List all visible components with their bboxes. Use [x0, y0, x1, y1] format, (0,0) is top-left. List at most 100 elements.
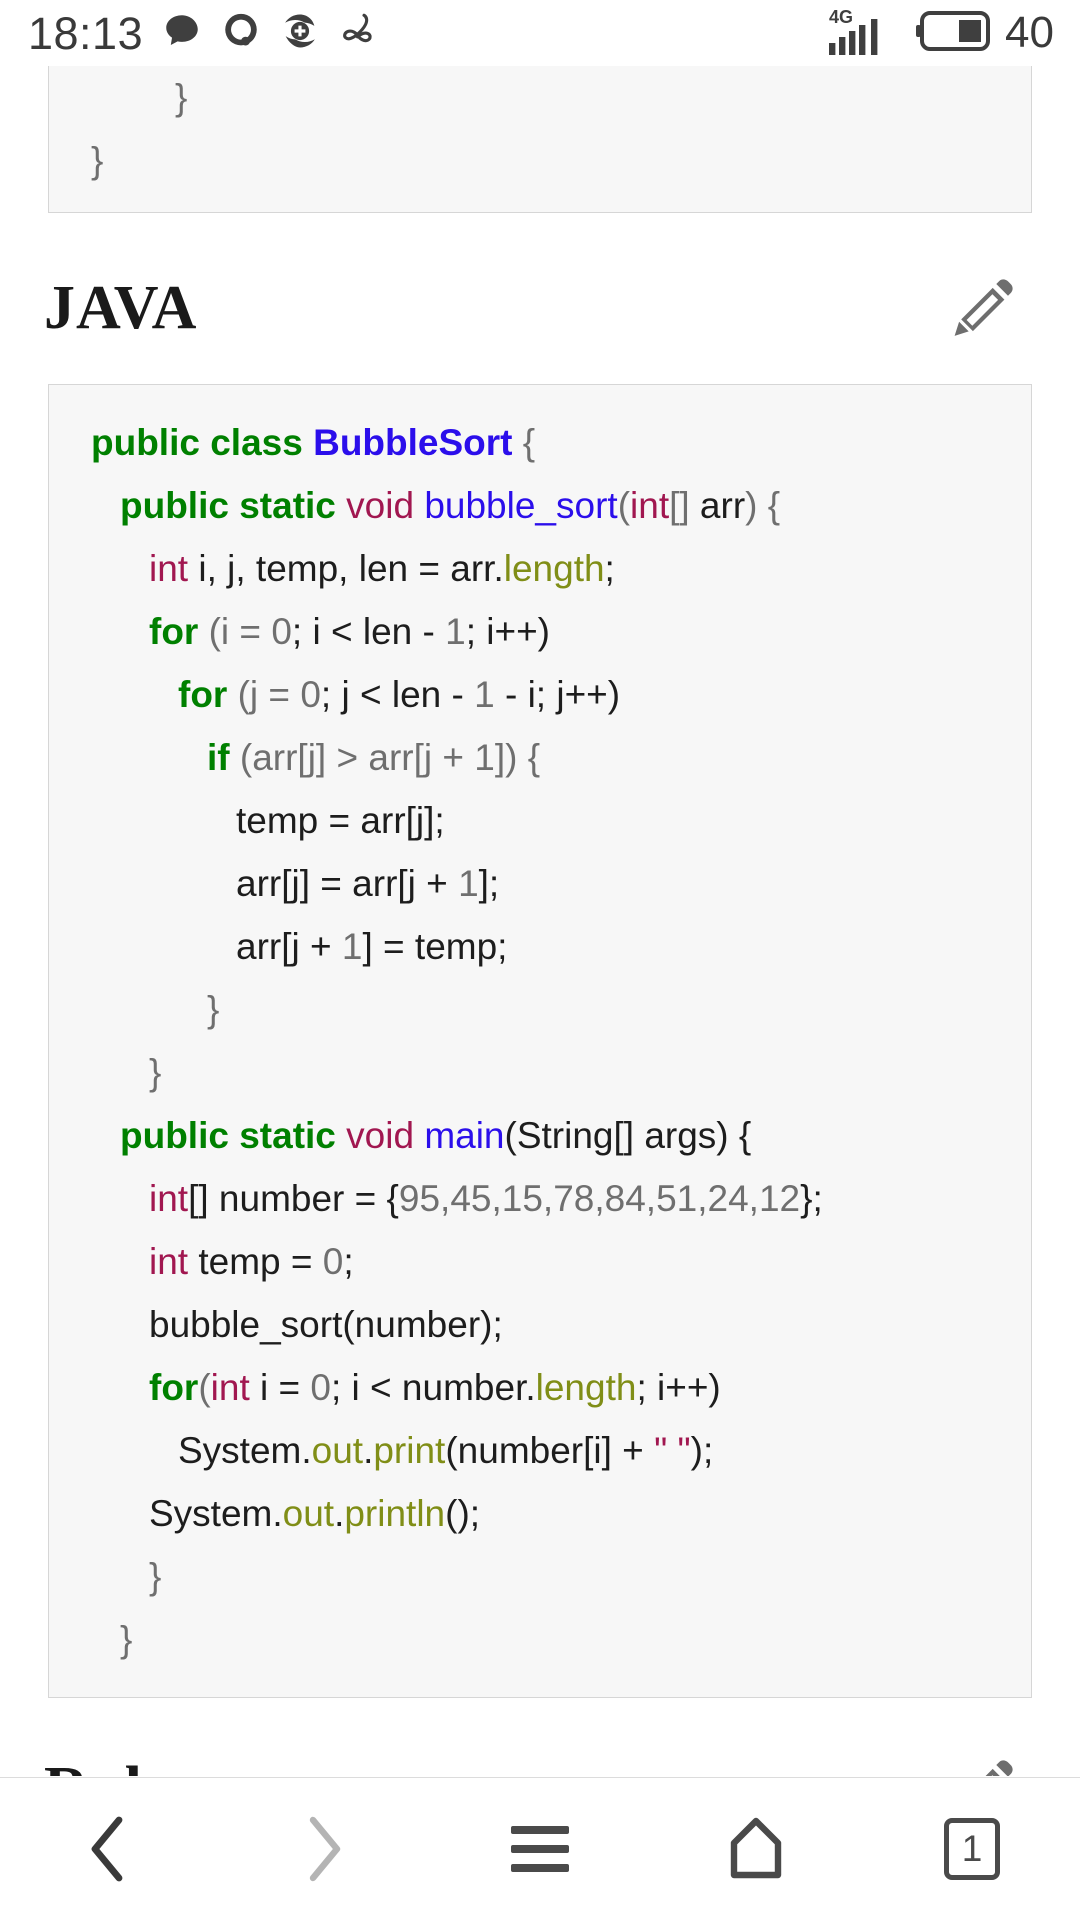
code-line: for (j = 0; j < len - 1 - i; j++) — [49, 663, 1031, 726]
status-bar: 18:13 4G 40 — [0, 0, 1080, 66]
code-token: 1 — [341, 926, 363, 967]
forward-button[interactable] — [244, 1778, 404, 1920]
code-token: for — [178, 674, 228, 715]
code-token: arr[j] = arr[j + — [236, 863, 459, 904]
code-token: i = — [249, 1367, 311, 1408]
code-token: } — [207, 989, 220, 1030]
code-token: ; i++) — [465, 611, 551, 652]
ribbon-loop-icon — [338, 9, 382, 58]
code-token: 0 — [300, 674, 321, 715]
code-token: print — [373, 1430, 446, 1471]
chevron-right-icon — [309, 1816, 341, 1882]
code-token: BubbleSort — [313, 422, 513, 463]
menu-button[interactable] — [460, 1778, 620, 1920]
code-token: bubble_sort — [424, 485, 618, 526]
code-token: 0 — [322, 1241, 344, 1282]
code-line: public static void main(String[] args) { — [49, 1104, 1031, 1167]
code-token: bubble_sort(number); — [149, 1304, 503, 1345]
code-token: ; i < len - — [291, 611, 446, 652]
code-line: } — [49, 1041, 1031, 1104]
java-code-lines: public class BubbleSort { public static v… — [49, 411, 1031, 1671]
code-token: . — [363, 1430, 374, 1471]
status-notification-icons — [161, 9, 382, 58]
code-token: { — [512, 422, 536, 463]
code-token: ; — [604, 548, 615, 589]
code-token: void — [346, 1115, 425, 1156]
code-token: arr[j + — [236, 926, 342, 967]
code-token: int — [630, 485, 670, 526]
code-token: (i = — [198, 611, 272, 652]
status-time: 18:13 — [28, 7, 144, 59]
code-token: 95,45,15,78,84,51,24,12 — [398, 1178, 801, 1219]
code-token: 1 — [445, 611, 466, 652]
code-token: ( — [617, 485, 631, 526]
code-token: ] = temp; — [362, 926, 508, 967]
code-token: if — [207, 737, 230, 778]
code-token: int — [210, 1367, 250, 1408]
code-token: for — [149, 611, 199, 652]
code-token: public class — [91, 422, 314, 463]
code-token: ; — [343, 1241, 354, 1282]
code-token: 1 — [474, 674, 495, 715]
code-line: for (i = 0; i < len - 1; i++) — [49, 600, 1031, 663]
tabs-button[interactable]: 1 — [892, 1778, 1052, 1920]
code-token: (); — [445, 1493, 481, 1534]
pencil-icon[interactable] — [948, 1750, 1020, 1776]
code-token: [] number = { — [188, 1178, 399, 1219]
code-token: void — [346, 485, 425, 526]
code-line: arr[j + 1] = temp; — [49, 915, 1031, 978]
code-token: } — [149, 1556, 162, 1597]
ruby-section-title: Ruby — [44, 1758, 193, 1777]
code-token: } — [149, 1052, 162, 1093]
home-icon — [730, 1817, 782, 1879]
code-token: ; i++) — [636, 1367, 721, 1408]
code-token: }; — [800, 1178, 823, 1219]
code-token: for — [149, 1367, 199, 1408]
code-line: public class BubbleSort { — [49, 411, 1031, 474]
code-token: temp = arr[j]; — [236, 800, 445, 841]
code-token: length — [535, 1367, 637, 1408]
code-token: int — [149, 548, 189, 589]
code-line: } — [49, 978, 1031, 1041]
code-token: - i; j++) — [494, 674, 621, 715]
code-line: int temp = 0; — [49, 1230, 1031, 1293]
home-button[interactable] — [676, 1778, 836, 1920]
code-token: ; j < len - — [320, 674, 475, 715]
code-line: int[] number = {95,45,15,78,84,51,24,12}… — [49, 1167, 1031, 1230]
code-token: ]; — [478, 863, 500, 904]
pencil-icon[interactable] — [948, 269, 1020, 346]
chevron-left-icon — [91, 1816, 123, 1882]
browser-navigation-bar: 1 — [0, 1777, 1080, 1920]
previous-code-block: }} — [48, 66, 1032, 213]
code-token: (number[i] + — [445, 1430, 655, 1471]
code-line: } — [49, 1608, 1031, 1671]
code-line: } — [49, 1545, 1031, 1608]
code-token: out — [282, 1493, 335, 1534]
code-token: ( — [198, 1367, 211, 1408]
chat-bubble-icon — [161, 10, 203, 57]
code-token: ) { — [745, 485, 781, 526]
code-token: out — [311, 1430, 364, 1471]
code-token: length — [503, 548, 605, 589]
code-token: public static — [120, 1115, 347, 1156]
qq-icon — [220, 10, 262, 57]
tab-count-icon: 1 — [944, 1818, 1000, 1880]
code-token: System. — [178, 1430, 312, 1471]
back-button[interactable] — [28, 1778, 188, 1920]
java-section-header: JAVA — [44, 213, 1036, 384]
code-token: (String[] args) { — [504, 1115, 752, 1156]
code-token: ; i < number. — [330, 1367, 536, 1408]
status-bar-left: 18:13 — [28, 9, 382, 58]
status-bar-right: 4G 40 — [829, 5, 1054, 62]
code-token: } — [91, 140, 104, 181]
code-token: } — [120, 1619, 133, 1660]
code-token: (j = — [227, 674, 301, 715]
svg-text:4G: 4G — [829, 7, 853, 27]
code-token: public static — [120, 485, 347, 526]
code-token: } — [175, 77, 188, 118]
code-token: println — [344, 1493, 446, 1534]
code-line: System.out.print(number[i] + " "); — [49, 1419, 1031, 1482]
code-token: arr — [689, 485, 746, 526]
code-token: int — [149, 1178, 189, 1219]
code-line: bubble_sort(number); — [49, 1293, 1031, 1356]
